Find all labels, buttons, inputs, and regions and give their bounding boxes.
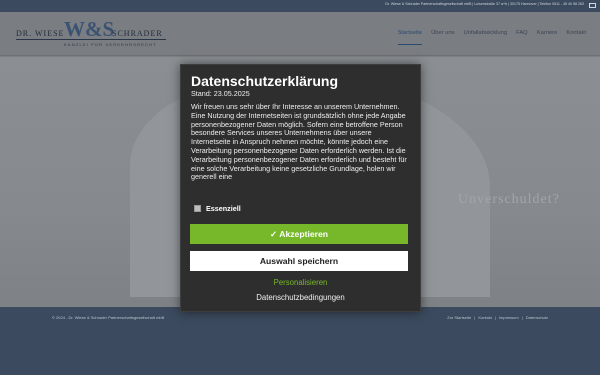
footer-links: Zur Startseite | Kontakt | Impressum | D… [447, 315, 548, 320]
site-header: DR. WIESE W&S SCHRADER KANZLEI FÜR VERKE… [0, 12, 600, 56]
save-selection-button[interactable]: Auswahl speichern [190, 251, 408, 271]
nav-item-ueber-uns[interactable]: Über uns [431, 30, 455, 45]
personalize-link[interactable]: Personalisieren [181, 278, 420, 287]
logo-name-right: SCHRADER [112, 29, 163, 38]
hero-headline: Unverschuldet? [458, 192, 560, 207]
logo-divider [16, 39, 166, 40]
cookie-consent-dialog: Datenschutzerklärung Stand: 23.05.2025 W… [180, 64, 421, 312]
main-nav: Startseite Über uns Unfallabwicklung FAQ… [397, 30, 586, 45]
footer-link-startseite[interactable]: Zur Startseite [447, 315, 471, 320]
nav-item-unfallabwicklung[interactable]: Unfallabwicklung [464, 30, 508, 45]
logo-subtitle: KANZLEI FÜR VERKEHRSRECHT [64, 42, 157, 47]
footer-separator: | [521, 315, 523, 320]
contact-info: Dr. Wiese & Schrader Partnerschaftsgesel… [385, 2, 584, 6]
footer-separator: | [494, 315, 496, 320]
essential-checkbox[interactable] [194, 205, 201, 212]
footer-link-datenschutz[interactable]: Datenschutz [526, 315, 548, 320]
nav-item-faq[interactable]: FAQ [516, 30, 528, 45]
logo[interactable]: DR. WIESE W&S SCHRADER KANZLEI FÜR VERKE… [14, 16, 174, 52]
privacy-terms-link[interactable]: Datenschutzbedingungen [181, 293, 420, 302]
logo-name-left: DR. WIESE [16, 29, 65, 38]
footer-copyright: © 2024 - Dr. Wiese & Schrader Partnersch… [52, 315, 165, 320]
site-footer: © 2024 - Dr. Wiese & Schrader Partnersch… [0, 307, 600, 375]
accept-button[interactable]: ✓ Akzeptieren [190, 224, 408, 244]
essential-checkbox-row[interactable]: Essenziell [194, 204, 241, 213]
top-bar: Dr. Wiese & Schrader Partnerschaftsgesel… [0, 0, 600, 12]
nav-item-kontakt[interactable]: Kontakt [566, 30, 586, 45]
dialog-body-text[interactable]: Wir freuen uns sehr über Ihr Interesse a… [191, 103, 412, 187]
nav-item-karriere[interactable]: Karriere [537, 30, 558, 45]
footer-separator: | [474, 315, 476, 320]
mail-icon[interactable] [589, 3, 596, 8]
footer-link-kontakt[interactable]: Kontakt [478, 315, 492, 320]
dialog-date: Stand: 23.05.2025 [191, 89, 250, 98]
dialog-title: Datenschutzerklärung [191, 73, 339, 89]
essential-checkbox-label[interactable]: Essenziell [206, 204, 241, 213]
footer-link-impressum[interactable]: Impressum [499, 315, 519, 320]
nav-item-startseite[interactable]: Startseite [397, 30, 423, 45]
